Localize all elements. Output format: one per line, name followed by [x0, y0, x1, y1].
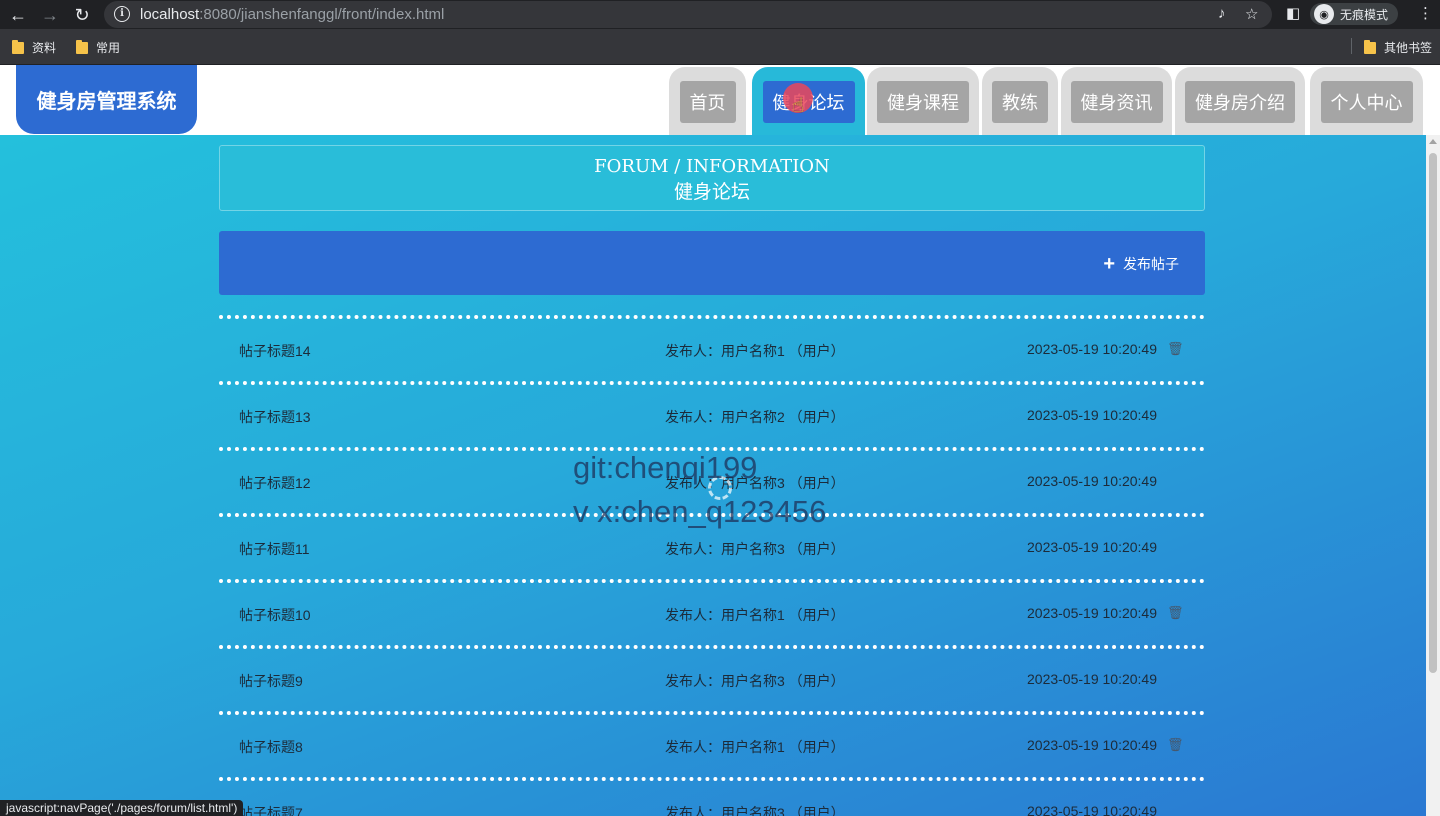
section-title-cn: 健身论坛	[673, 181, 750, 203]
incognito-indicator[interactable]: ◉ 无痕模式	[1310, 3, 1399, 25]
post-row[interactable]: 帖子标题10 发布人：用户名称1 （用户） 2023-05-19 10:20:4…	[219, 579, 1205, 645]
browser-toolbar: ← → ↻ i localhost:8080/jianshenfanggl/fr…	[0, 0, 1440, 29]
nav-tab-label: 健身房介绍	[1185, 81, 1295, 123]
post-author: 发布人：用户名称3 （用户）	[665, 541, 845, 557]
bookmark-star-icon[interactable]: ☆	[1245, 5, 1258, 23]
post-time: 2023-05-19 10:20:49	[1027, 407, 1157, 423]
bookmark-separator	[1351, 38, 1352, 54]
nav-tab-news[interactable]: 健身资讯	[1061, 67, 1172, 135]
plus-icon: +	[1103, 253, 1115, 275]
post-row[interactable]: 帖子标题9 发布人：用户名称3 （用户） 2023-05-19 10:20:49	[219, 645, 1205, 711]
scroll-up-icon[interactable]	[1429, 139, 1437, 144]
bookmark-label: 常用	[96, 41, 121, 55]
scrollbar-thumb[interactable]	[1429, 153, 1437, 673]
watermark-line-1: git:chenqi199	[573, 450, 758, 485]
post-author: 发布人：用户名称1 （用户）	[665, 607, 845, 623]
incognito-label: 无痕模式	[1340, 7, 1389, 22]
nav-tab-home[interactable]: 首页	[669, 67, 746, 135]
nav-tab-gym-intro[interactable]: 健身房介绍	[1175, 67, 1305, 135]
nav-tab-label: 首页	[679, 81, 736, 123]
url-text[interactable]: localhost:8080/jianshenfanggl/front/inde…	[140, 6, 444, 23]
forward-icon[interactable]: →	[38, 3, 62, 27]
bookmarks-bar: 资料 常用 其他书签	[0, 29, 1440, 65]
section-title-en: FORUM / INFORMATION	[594, 156, 830, 177]
post-title[interactable]: 帖子标题8	[239, 737, 303, 757]
post-title[interactable]: 帖子标题12	[239, 473, 311, 493]
folder-icon	[1364, 39, 1376, 54]
post-title[interactable]: 帖子标题9	[239, 671, 303, 691]
post-title[interactable]: 帖子标题10	[239, 605, 311, 625]
post-time: 2023-05-19 10:20:49	[1027, 605, 1157, 621]
nav-tab-courses[interactable]: 健身课程	[867, 67, 979, 135]
menu-icon[interactable]: ⋮	[1418, 4, 1433, 22]
incognito-icon: ◉	[1314, 4, 1334, 24]
reload-icon[interactable]: ↻	[70, 3, 94, 27]
post-time: 2023-05-19 10:20:49	[1027, 737, 1157, 753]
other-bookmarks[interactable]: 其他书签	[1364, 39, 1432, 56]
page-scrollbar[interactable]	[1426, 135, 1440, 816]
nav-tab-profile[interactable]: 个人中心	[1310, 67, 1423, 135]
post-author: 发布人：用户名称1 （用户）	[665, 343, 845, 359]
site-header: 健身房管理系统 首页 健身论坛 健身课程 教练 健身资讯 健身房介绍 个人中心	[0, 65, 1440, 135]
publish-post-label: 发布帖子	[1123, 256, 1179, 272]
bookmark-label: 其他书签	[1384, 41, 1433, 55]
hand-cursor-icon: ☝	[792, 95, 805, 117]
status-bar: javascript:navPage('./pages/forum/list.h…	[0, 800, 244, 816]
url-host: localhost	[140, 6, 200, 23]
post-title[interactable]: 帖子标题13	[239, 407, 311, 427]
trash-icon[interactable]: 🗑	[1167, 341, 1184, 357]
post-title[interactable]: 帖子标题11	[239, 539, 310, 559]
post-row[interactable]: 帖子标题7 发布人：用户名称3 （用户） 2023-05-19 10:20:49	[219, 777, 1205, 816]
post-time: 2023-05-19 10:20:49	[1027, 671, 1157, 687]
publish-post-button[interactable]: + 发布帖子	[1103, 254, 1179, 274]
nav-tab-coaches[interactable]: 教练	[982, 67, 1058, 135]
post-author: 发布人：用户名称3 （用户）	[665, 673, 845, 689]
folder-icon	[12, 39, 24, 54]
post-author: 发布人：用户名称3 （用户）	[665, 805, 845, 816]
side-panel-icon[interactable]: ◧	[1286, 4, 1300, 22]
post-row[interactable]: 帖子标题14 发布人：用户名称1 （用户） 2023-05-19 10:20:4…	[219, 315, 1205, 381]
nav-tab-label: 健身课程	[877, 81, 969, 123]
bookmark-folder-0[interactable]: 资料	[12, 39, 56, 56]
bookmark-folder-1[interactable]: 常用	[76, 39, 120, 56]
back-icon[interactable]: ←	[6, 3, 30, 27]
folder-icon	[76, 39, 88, 54]
watermark-line-2: v x:chen_q123456	[573, 494, 827, 529]
nav-tab-label: 健身资讯	[1070, 81, 1163, 123]
section-title: FORUM / INFORMATION 健身论坛	[219, 145, 1205, 211]
trash-icon[interactable]: 🗑	[1167, 605, 1184, 621]
blocked-media-icon[interactable]: ♪	[1218, 5, 1226, 22]
post-time: 2023-05-19 10:20:49	[1027, 539, 1157, 555]
post-list: 帖子标题14 发布人：用户名称1 （用户） 2023-05-19 10:20:4…	[219, 315, 1205, 816]
nav-tab-label: 个人中心	[1320, 81, 1413, 123]
post-author: 发布人：用户名称1 （用户）	[665, 739, 845, 755]
post-time: 2023-05-19 10:20:49	[1027, 341, 1157, 357]
address-bar[interactable]: i localhost:8080/jianshenfanggl/front/in…	[104, 1, 1272, 28]
post-row[interactable]: 帖子标题8 发布人：用户名称1 （用户） 2023-05-19 10:20:49…	[219, 711, 1205, 777]
post-time: 2023-05-19 10:20:49	[1027, 473, 1157, 489]
post-time: 2023-05-19 10:20:49	[1027, 803, 1157, 816]
bookmark-label: 资料	[32, 41, 57, 55]
post-title[interactable]: 帖子标题7	[239, 803, 303, 816]
site-info-icon[interactable]: i	[114, 6, 130, 22]
trash-icon[interactable]: 🗑	[1167, 737, 1184, 753]
nav-tab-label: 教练	[992, 81, 1048, 123]
post-author: 发布人：用户名称2 （用户）	[665, 409, 845, 425]
post-row[interactable]: 帖子标题13 发布人：用户名称2 （用户） 2023-05-19 10:20:4…	[219, 381, 1205, 447]
action-bar: + 发布帖子	[219, 231, 1205, 295]
site-logo[interactable]: 健身房管理系统	[16, 65, 197, 134]
post-title[interactable]: 帖子标题14	[239, 341, 311, 361]
url-path: :8080/jianshenfanggl/front/index.html	[199, 6, 445, 23]
